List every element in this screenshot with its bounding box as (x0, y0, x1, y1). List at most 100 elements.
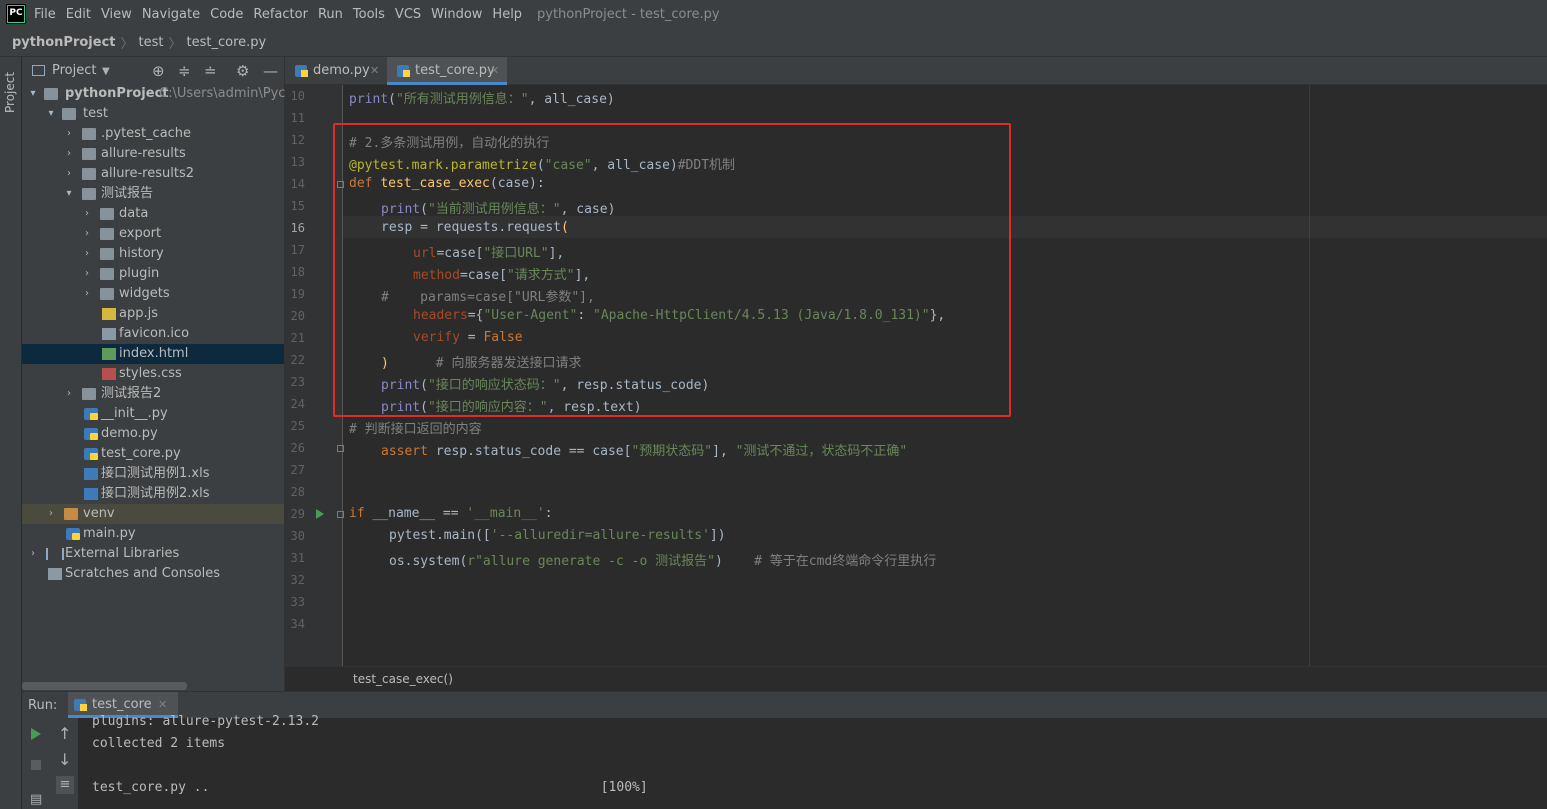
tree-item-demo-py[interactable]: demo.py (22, 424, 284, 444)
line-number: 19 (290, 287, 305, 301)
breadcrumb-project[interactable]: pythonProject (12, 35, 116, 50)
chevron-right-icon[interactable]: › (82, 224, 92, 244)
close-icon[interactable]: ✕ (370, 57, 379, 84)
line-number: 17 (290, 243, 305, 257)
rerun-icon[interactable] (31, 728, 41, 740)
tree-item-history[interactable]: › history (22, 244, 284, 264)
tree-item-test-core-py[interactable]: test_core.py (22, 444, 284, 464)
tree-item-allure-results2[interactable]: › allure-results2 (22, 164, 284, 184)
chevron-right-icon[interactable]: › (28, 544, 38, 564)
folder-icon (100, 288, 114, 300)
arrow-up-icon[interactable]: ↑ (58, 724, 71, 743)
menu-refactor[interactable]: Refactor (253, 7, 308, 22)
css-file-icon (102, 368, 116, 380)
menu-view[interactable]: View (101, 7, 132, 22)
tree-item-init-py[interactable]: __init__.py (22, 404, 284, 424)
menu-tools[interactable]: Tools (353, 7, 385, 22)
folder-icon (100, 248, 114, 260)
tree-item-export[interactable]: › export (22, 224, 284, 244)
chevron-right-icon[interactable]: › (46, 504, 56, 524)
python-file-icon (295, 65, 308, 77)
tab-test-core-py[interactable]: test_core.py ✕ (387, 57, 507, 85)
tree-item-app-js[interactable]: app.js (22, 304, 284, 324)
chevron-right-icon[interactable]: › (82, 244, 92, 264)
chevron-down-icon[interactable]: ▾ (46, 104, 56, 124)
locate-file-icon[interactable]: ⊕ (152, 62, 165, 80)
tree-item-widgets[interactable]: › widgets (22, 284, 284, 304)
folder-icon (100, 268, 114, 280)
line-number: 20 (290, 309, 305, 323)
project-tool-window-button[interactable]: Project (3, 65, 19, 121)
python-file-icon (397, 65, 410, 77)
fold-marker-icon[interactable] (337, 445, 344, 452)
folder-icon (82, 128, 96, 140)
soft-wrap-icon[interactable]: ≡ (56, 776, 74, 794)
close-icon[interactable]: ✕ (158, 698, 167, 711)
run-gutter-icon[interactable] (316, 509, 324, 519)
python-file-icon (66, 528, 80, 540)
chevron-right-icon[interactable]: › (64, 144, 74, 164)
code-line: # 判断接口返回的内容 (349, 422, 482, 437)
menu-edit[interactable]: Edit (66, 7, 91, 22)
chevron-right-icon[interactable]: › (64, 124, 74, 144)
tab-demo-py[interactable]: demo.py ✕ (285, 57, 387, 84)
tree-item-allure-results[interactable]: › allure-results (22, 144, 284, 164)
chevron-right-icon[interactable]: › (82, 284, 92, 304)
menu-code[interactable]: Code (210, 7, 243, 22)
folder-icon (82, 188, 96, 200)
stop-icon[interactable] (31, 760, 41, 770)
tree-item-scratches[interactable]: Scratches and Consoles (22, 564, 284, 584)
tree-item-plugin[interactable]: › plugin (22, 264, 284, 284)
menu-help[interactable]: Help (492, 7, 522, 22)
chevron-right-icon[interactable]: › (64, 384, 74, 404)
chevron-right-icon[interactable]: › (82, 264, 92, 284)
line-number: 14 (290, 177, 305, 191)
code-breadcrumb: test_case_exec() (285, 666, 1547, 691)
menu-vcs[interactable]: VCS (395, 7, 421, 22)
tree-item-venv[interactable]: › venv (22, 504, 284, 524)
code-breadcrumb-function[interactable]: test_case_exec() (353, 672, 453, 686)
gear-icon[interactable]: ⚙ (236, 62, 249, 80)
tree-item-test-report2[interactable]: › 测试报告2 (22, 384, 284, 404)
tree-item-pythonproject[interactable]: ▾ pythonProject C:\Users\admin\Pycha (22, 84, 301, 104)
arrow-down-icon[interactable]: ↓ (58, 750, 71, 769)
chevron-right-icon[interactable]: › (64, 164, 74, 184)
collapse-all-icon[interactable]: ≐ (204, 62, 217, 80)
chevron-right-icon[interactable]: › (82, 204, 92, 224)
run-console-output[interactable]: plugins: allure-pytest-2.13.2 collected … (78, 714, 1547, 809)
chevron-down-icon[interactable]: ▾ (64, 184, 74, 204)
tree-item-test[interactable]: ▾ test (22, 104, 284, 124)
breadcrumb-folder[interactable]: test (139, 35, 164, 50)
tree-item-data[interactable]: › data (22, 204, 284, 224)
folder-icon (82, 148, 96, 160)
chevron-down-icon[interactable]: ▼ (102, 66, 110, 77)
tree-item-main-py[interactable]: main.py (22, 524, 284, 544)
close-icon[interactable]: ✕ (490, 57, 499, 84)
fold-marker-icon[interactable] (337, 511, 344, 518)
tree-item-testcase-xls-1[interactable]: 接口测试用例1.xls (22, 464, 284, 484)
project-panel-title[interactable]: Project (52, 63, 96, 78)
console-line: plugins: allure-pytest-2.13.2 (92, 714, 319, 729)
menu-navigate[interactable]: Navigate (142, 7, 200, 22)
menu-file[interactable]: File (34, 7, 56, 22)
python-file-icon (74, 699, 87, 711)
chevron-down-icon[interactable]: ▾ (28, 84, 38, 104)
excel-file-icon (84, 488, 98, 500)
tree-item-test-report[interactable]: ▾ 测试报告 (22, 184, 284, 204)
tree-item-pytest-cache[interactable]: › .pytest_cache (22, 124, 284, 144)
code-line: print("所有测试用例信息：", all_case) (349, 92, 615, 107)
menu-run[interactable]: Run (318, 7, 343, 22)
tree-item-external-libraries[interactable]: › External Libraries (22, 544, 284, 564)
hide-panel-icon[interactable]: — (263, 62, 278, 80)
tree-item-favicon[interactable]: favicon.ico (22, 324, 284, 344)
tree-item-index-html[interactable]: index.html (22, 344, 284, 364)
tree-item-styles-css[interactable]: styles.css (22, 364, 284, 384)
layout-icon[interactable]: ▤ (30, 792, 42, 807)
tree-item-testcase-xls-2[interactable]: 接口测试用例2.xls (22, 484, 284, 504)
menu-window[interactable]: Window (431, 7, 482, 22)
folder-icon (100, 228, 114, 240)
expand-all-icon[interactable]: ≑ (178, 62, 191, 80)
line-number: 25 (290, 419, 305, 433)
horizontal-scrollbar[interactable] (22, 682, 187, 690)
breadcrumb-file[interactable]: test_core.py (187, 35, 267, 50)
